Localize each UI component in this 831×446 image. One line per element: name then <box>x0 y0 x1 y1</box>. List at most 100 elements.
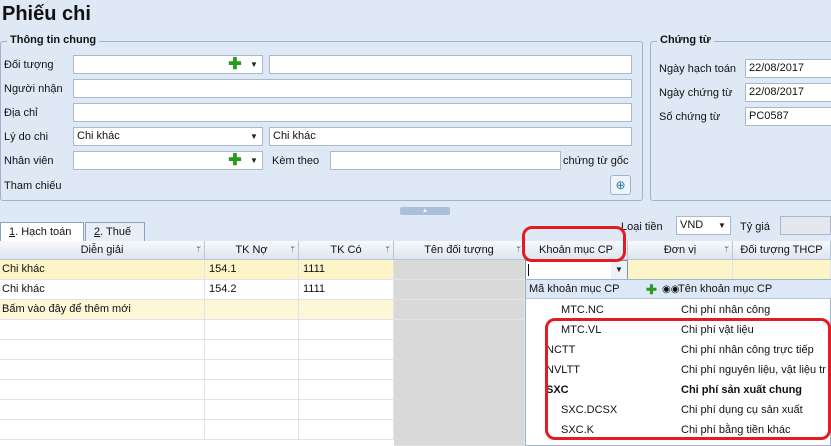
table-row-1-don-vi[interactable] <box>628 260 733 280</box>
pin-icon[interactable]: ᛘ <box>724 241 729 259</box>
tham-chieu-label: Tham chiếu <box>4 180 62 192</box>
so-chung-tu-input[interactable]: PC0587 <box>745 107 831 126</box>
dia-chi-input[interactable] <box>73 103 632 122</box>
column-header-tk-co[interactable]: TK Có ᛘ <box>299 241 394 260</box>
tab-hach-toan[interactable]: 1. Hạch toán <box>0 222 84 242</box>
ly-do-chi-text-input[interactable]: Chi khác <box>269 127 632 146</box>
ty-gia-label: Tỷ giá <box>740 221 770 233</box>
tab-thue[interactable]: 2. Thuế <box>85 222 145 242</box>
annotation-highlight-list <box>545 318 831 440</box>
table-row-1-dien-giai[interactable]: Chi khác <box>0 260 205 280</box>
chevron-down-icon[interactable]: ▼ <box>714 217 730 234</box>
table-row[interactable] <box>205 420 299 440</box>
loai-tien-select[interactable]: VND ▼ <box>676 216 731 235</box>
table-row[interactable] <box>299 380 394 400</box>
general-info-title: Thông tin chung <box>7 34 100 46</box>
table-row[interactable] <box>0 380 205 400</box>
table-row[interactable] <box>205 380 299 400</box>
table-row-1-ten-doi-tuong[interactable] <box>394 260 525 280</box>
table-row[interactable] <box>205 340 299 360</box>
table-row[interactable] <box>299 360 394 380</box>
tab-label: . Hạch toán <box>15 226 72 238</box>
table-row[interactable] <box>0 320 205 340</box>
ly-do-chi-value: Chi khác <box>77 130 120 142</box>
loai-tien-value: VND <box>680 219 704 231</box>
doi-tuong-name-input[interactable] <box>269 55 632 74</box>
dropdown-item[interactable]: MTC.NC Chi phí nhân công <box>526 300 831 320</box>
nguoi-nhan-input[interactable] <box>73 79 632 98</box>
nguoi-nhan-label: Người nhận <box>4 83 63 95</box>
table-row-1-tk-co[interactable]: 1111 <box>299 260 394 280</box>
loai-tien-label: Loại tiền <box>621 221 663 233</box>
pin-icon[interactable]: ᛘ <box>385 241 390 259</box>
doi-tuong-input[interactable]: ✚ ▼ <box>73 55 263 74</box>
add-new-row[interactable]: Bấm vào đây để thêm mới <box>0 300 205 320</box>
accounting-grid: Diễn giải ᛘ TK Nợ ᛘ TK Có ᛘ Tên đối tượng ᛘ … <box>0 241 525 446</box>
table-row[interactable] <box>0 420 205 440</box>
nhan-vien-label: Nhân viên <box>4 155 54 167</box>
column-header-tk-no[interactable]: TK Nợ ᛘ <box>205 241 299 260</box>
voucher-title: Chứng từ <box>657 34 714 46</box>
search-icon: ⊕ <box>615 178 626 192</box>
collapse-panel-handle[interactable]: ▲ <box>400 207 450 215</box>
ngay-hach-toan-input[interactable]: 22/08/2017 <box>745 59 831 78</box>
add-icon[interactable]: ✚ <box>227 56 243 73</box>
dropdown-header: Mã khoản mục CP ✚ ◉◉ Tên khoản mục CP <box>526 280 831 299</box>
table-row-1-doi-tuong-thcp[interactable] <box>733 260 831 280</box>
table-row[interactable] <box>299 400 394 420</box>
table-row[interactable] <box>0 340 205 360</box>
column-header-doi-tuong-thcp[interactable]: Đối tượng THCP <box>733 241 831 260</box>
table-row-1-tk-no[interactable]: 154.1 <box>205 260 299 280</box>
table-row[interactable] <box>205 360 299 380</box>
table-row-2-dien-giai[interactable]: Chi khác <box>0 280 205 300</box>
add-icon[interactable]: ✚ <box>646 280 657 299</box>
add-new-row-tk-no[interactable] <box>205 300 299 320</box>
table-row[interactable] <box>299 420 394 440</box>
ngay-chung-tu-value: 22/08/2017 <box>749 86 805 98</box>
table-row[interactable] <box>299 340 394 360</box>
chevron-down-icon[interactable]: ▼ <box>246 128 262 145</box>
ngay-chung-tu-input[interactable]: 22/08/2017 <box>745 83 831 102</box>
ly-do-chi-select[interactable]: Chi khác ▼ <box>73 127 263 146</box>
column-header-ten-doi-tuong[interactable]: Tên đối tượng ᛘ <box>394 241 525 260</box>
search-reference-button[interactable]: ⊕ <box>610 175 631 195</box>
text-cursor <box>528 264 529 276</box>
table-row[interactable] <box>205 400 299 420</box>
dropdown-col-name-header: Tên khoản mục CP <box>678 283 773 295</box>
doi-tuong-label: Đối tượng <box>4 59 54 71</box>
chevron-down-icon[interactable]: ▼ <box>246 152 262 169</box>
annotation-highlight-header <box>522 226 626 262</box>
nhan-vien-input[interactable]: ✚ ▼ <box>73 151 263 170</box>
kem-theo-label: Kèm theo <box>272 155 320 167</box>
pin-icon[interactable]: ᛘ <box>516 241 521 259</box>
ty-gia-input[interactable] <box>780 216 831 235</box>
add-icon[interactable]: ✚ <box>227 152 243 169</box>
table-row[interactable] <box>0 400 205 420</box>
table-row-2-tk-no[interactable]: 154.2 <box>205 280 299 300</box>
add-new-row-tk-co[interactable] <box>299 300 394 320</box>
ngay-hach-toan-label: Ngày hạch toán <box>659 63 737 75</box>
ngay-chung-tu-label: Ngày chứng từ <box>659 87 733 99</box>
table-row[interactable] <box>299 320 394 340</box>
column-header-dien-giai[interactable]: Diễn giải ᛘ <box>0 241 205 260</box>
tab-label: . Thuế <box>100 226 132 238</box>
table-row[interactable] <box>394 320 525 446</box>
so-chung-tu-label: Số chứng từ <box>659 111 721 123</box>
pin-icon[interactable]: ᛘ <box>196 241 201 259</box>
binoculars-icon[interactable]: ◉◉ <box>662 280 679 299</box>
dropdown-col-code-header: Mã khoản mục CP <box>529 283 620 295</box>
kem-theo-input[interactable] <box>330 151 561 170</box>
table-row-2-ten-doi-tuong[interactable] <box>394 280 525 300</box>
so-chung-tu-value: PC0587 <box>749 110 789 122</box>
column-header-don-vi[interactable]: Đơn vị ᛘ <box>628 241 733 260</box>
chung-tu-goc-label: chứng từ gốc <box>563 155 629 167</box>
pin-icon[interactable]: ᛘ <box>290 241 295 259</box>
table-row[interactable] <box>205 320 299 340</box>
table-row[interactable] <box>0 360 205 380</box>
khoan-muc-cp-combo[interactable]: ▼ <box>525 260 628 280</box>
chevron-down-icon[interactable]: ▼ <box>611 261 627 279</box>
table-row-2-tk-co[interactable]: 1111 <box>299 280 394 300</box>
ly-do-chi-text-value: Chi khác <box>273 130 316 142</box>
add-new-row-ten-doi-tuong[interactable] <box>394 300 525 320</box>
chevron-down-icon[interactable]: ▼ <box>246 56 262 73</box>
